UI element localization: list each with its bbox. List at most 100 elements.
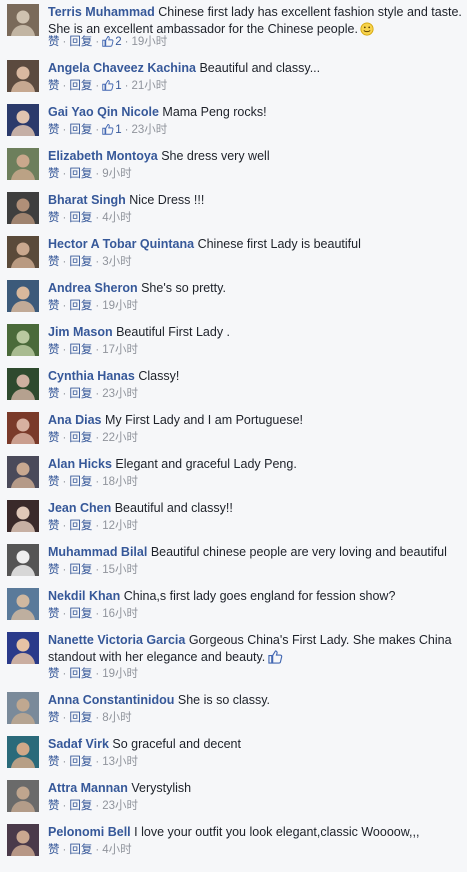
comment-timestamp[interactable]: 22小时 xyxy=(102,432,138,444)
like-button[interactable]: 赞 xyxy=(48,712,60,724)
avatar[interactable] xyxy=(7,412,39,444)
avatar[interactable] xyxy=(7,4,39,36)
like-button[interactable]: 赞 xyxy=(48,756,60,768)
like-button[interactable]: 赞 xyxy=(48,844,60,856)
reply-button[interactable]: 回复 xyxy=(69,388,92,400)
reply-button[interactable]: 回复 xyxy=(69,124,92,136)
reply-button[interactable]: 回复 xyxy=(69,756,92,768)
comment-author-link[interactable]: Hector A Tobar Quintana xyxy=(48,237,194,251)
like-count[interactable]: 2 xyxy=(102,36,122,48)
reply-button[interactable]: 回复 xyxy=(69,668,92,680)
like-button[interactable]: 赞 xyxy=(48,608,60,620)
avatar[interactable] xyxy=(7,780,39,812)
like-button[interactable]: 赞 xyxy=(48,520,60,532)
comment-author-link[interactable]: Nanette Victoria Garcia xyxy=(48,633,185,647)
avatar[interactable] xyxy=(7,500,39,532)
comment-author-link[interactable]: Angela Chaveez Kachina xyxy=(48,61,196,75)
comment-author-link[interactable]: Gai Yao Qin Nicole xyxy=(48,105,159,119)
comment-author-link[interactable]: Alan Hicks xyxy=(48,457,112,471)
comment-author-link[interactable]: Jim Mason xyxy=(48,325,113,339)
like-button[interactable]: 赞 xyxy=(48,80,60,92)
comment-timestamp[interactable]: 19小时 xyxy=(131,36,167,48)
comment-timestamp[interactable]: 23小时 xyxy=(102,800,138,812)
comment-author-link[interactable]: Elizabeth Montoya xyxy=(48,149,158,163)
comment-author-link[interactable]: Bharat Singh xyxy=(48,193,126,207)
like-button[interactable]: 赞 xyxy=(48,212,60,224)
like-button[interactable]: 赞 xyxy=(48,36,60,48)
separator-dot: · xyxy=(95,608,100,620)
like-button[interactable]: 赞 xyxy=(48,168,60,180)
comment-timestamp[interactable]: 19小时 xyxy=(102,668,138,680)
avatar[interactable] xyxy=(7,456,39,488)
avatar[interactable] xyxy=(7,544,39,576)
like-button[interactable]: 赞 xyxy=(48,256,60,268)
comment-timestamp[interactable]: 19小时 xyxy=(102,300,138,312)
reply-button[interactable]: 回复 xyxy=(69,256,92,268)
comment-author-link[interactable]: Pelonomi Bell xyxy=(48,825,131,839)
avatar[interactable] xyxy=(7,192,39,224)
reply-button[interactable]: 回复 xyxy=(69,80,92,92)
avatar[interactable] xyxy=(7,736,39,768)
comment-author-link[interactable]: Attra Mannan xyxy=(48,781,128,795)
like-button[interactable]: 赞 xyxy=(48,388,60,400)
comment-timestamp[interactable]: 12小时 xyxy=(102,520,138,532)
reply-button[interactable]: 回复 xyxy=(69,712,92,724)
comment-author-link[interactable]: Andrea Sheron xyxy=(48,281,138,295)
like-button[interactable]: 赞 xyxy=(48,668,60,680)
comment-timestamp[interactable]: 4小时 xyxy=(102,212,131,224)
like-button[interactable]: 赞 xyxy=(48,344,60,356)
comment-author-link[interactable]: Cynthia Hanas xyxy=(48,369,135,383)
avatar[interactable] xyxy=(7,148,39,180)
comment-timestamp[interactable]: 4小时 xyxy=(102,844,131,856)
avatar[interactable] xyxy=(7,236,39,268)
avatar[interactable] xyxy=(7,824,39,856)
like-button[interactable]: 赞 xyxy=(48,432,60,444)
reply-button[interactable]: 回复 xyxy=(69,520,92,532)
comment-timestamp[interactable]: 21小时 xyxy=(131,80,167,92)
reply-button[interactable]: 回复 xyxy=(69,564,92,576)
reply-button[interactable]: 回复 xyxy=(69,212,92,224)
reply-button[interactable]: 回复 xyxy=(69,800,92,812)
reply-button[interactable]: 回复 xyxy=(69,432,92,444)
like-button[interactable]: 赞 xyxy=(48,564,60,576)
avatar[interactable] xyxy=(7,588,39,620)
comment-timestamp[interactable]: 15小时 xyxy=(102,564,138,576)
reply-button[interactable]: 回复 xyxy=(69,608,92,620)
comment-author-link[interactable]: Nekdil Khan xyxy=(48,589,120,603)
comment-timestamp[interactable]: 16小时 xyxy=(102,608,138,620)
comment-author-link[interactable]: Sadaf Virk xyxy=(48,737,109,751)
comment-timestamp[interactable]: 23小时 xyxy=(102,388,138,400)
separator-dot: · xyxy=(95,564,100,576)
like-count[interactable]: 1 xyxy=(102,80,122,92)
comment-timestamp[interactable]: 8小时 xyxy=(102,712,131,724)
avatar[interactable] xyxy=(7,104,39,136)
like-button[interactable]: 赞 xyxy=(48,800,60,812)
like-button[interactable]: 赞 xyxy=(48,476,60,488)
reply-button[interactable]: 回复 xyxy=(69,476,92,488)
like-count[interactable]: 1 xyxy=(102,124,122,136)
reply-button[interactable]: 回复 xyxy=(69,344,92,356)
comment-timestamp[interactable]: 18小时 xyxy=(102,476,138,488)
avatar[interactable] xyxy=(7,324,39,356)
like-button[interactable]: 赞 xyxy=(48,300,60,312)
avatar[interactable] xyxy=(7,692,39,724)
comment-author-link[interactable]: Terris Muhammad xyxy=(48,5,155,19)
comment-timestamp[interactable]: 9小时 xyxy=(102,168,131,180)
comment-timestamp[interactable]: 13小时 xyxy=(102,756,138,768)
avatar[interactable] xyxy=(7,60,39,92)
like-button[interactable]: 赞 xyxy=(48,124,60,136)
comment-timestamp[interactable]: 3小时 xyxy=(102,256,131,268)
avatar[interactable] xyxy=(7,368,39,400)
reply-button[interactable]: 回复 xyxy=(69,168,92,180)
avatar[interactable] xyxy=(7,280,39,312)
comment-author-link[interactable]: Muhammad Bilal xyxy=(48,545,147,559)
comment-timestamp[interactable]: 23小时 xyxy=(131,124,167,136)
comment-timestamp[interactable]: 17小时 xyxy=(102,344,138,356)
comment-author-link[interactable]: Ana Dias xyxy=(48,413,102,427)
reply-button[interactable]: 回复 xyxy=(69,36,92,48)
comment-author-link[interactable]: Anna Constantinidou xyxy=(48,693,174,707)
comment-author-link[interactable]: Jean Chen xyxy=(48,501,111,515)
avatar[interactable] xyxy=(7,632,39,664)
reply-button[interactable]: 回复 xyxy=(69,844,92,856)
reply-button[interactable]: 回复 xyxy=(69,300,92,312)
